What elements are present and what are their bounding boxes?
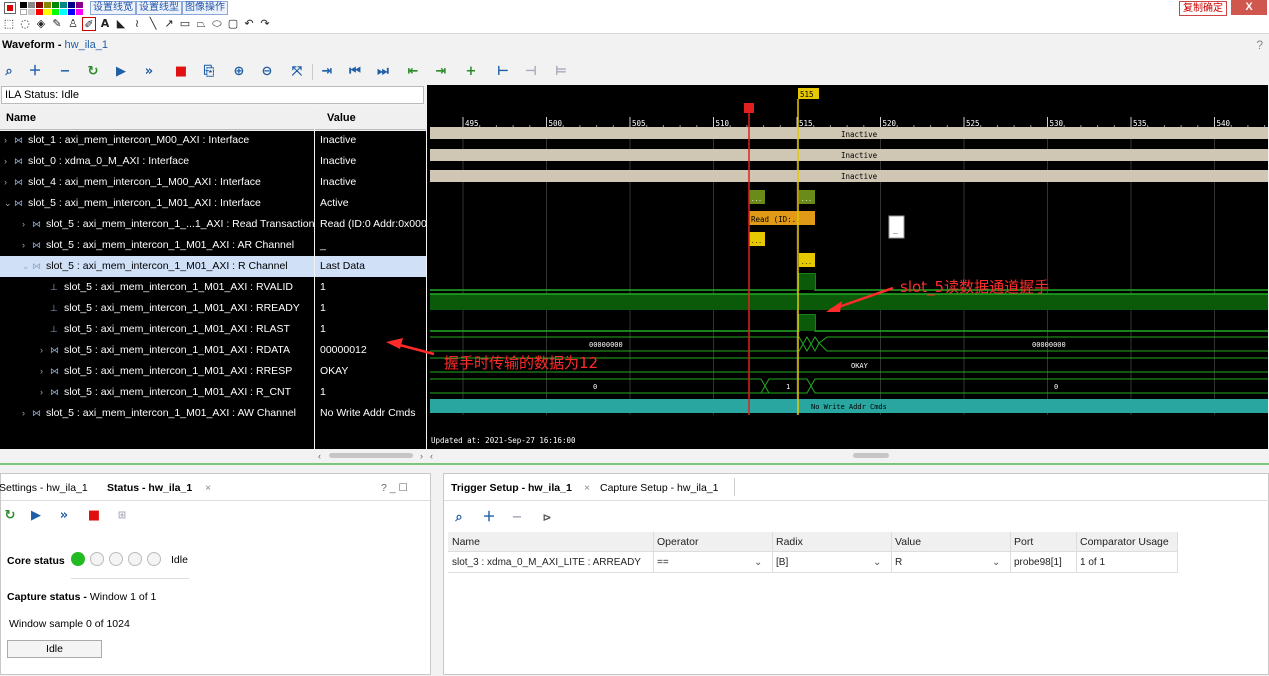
trigger-remove-icon[interactable]: − (508, 509, 526, 527)
operator-dropdown-icon[interactable]: ⌄ (754, 557, 762, 568)
trigger-row-value[interactable]: R (895, 557, 902, 568)
annotation-arrowhead-handshake (826, 301, 842, 312)
status-export-icon[interactable]: ⊞ (113, 507, 131, 525)
tab-status-close-icon[interactable]: × (205, 482, 211, 494)
status-run-icon[interactable]: ▶ (27, 507, 45, 525)
tab-trigger-close-icon[interactable]: × (584, 482, 590, 494)
window-sample: Window sample 0 of 1024 (9, 618, 130, 630)
col-header-value[interactable]: Value (895, 536, 921, 548)
status-stop-icon[interactable]: ■ (85, 507, 103, 525)
col-header-port[interactable]: Port (1014, 536, 1033, 548)
trigger-row-radix[interactable]: [B] (776, 557, 788, 568)
core-status-led (128, 552, 142, 566)
bottom-panels: Settings - hw_ila_1 Status - hw_ila_1 × … (0, 463, 1269, 676)
core-status-led-on (71, 552, 85, 566)
annotation-data12: 握手时传输的数据为12 (444, 354, 599, 372)
trigger-row-operator[interactable]: == (657, 557, 669, 568)
col-header-comparator[interactable]: Comparator Usage (1080, 536, 1169, 548)
tab-settings[interactable]: Settings - hw_ila_1 (0, 482, 88, 494)
trigger-row-port: probe98[1] (1014, 557, 1062, 568)
trigger-add-icon[interactable]: ＋ (480, 509, 498, 527)
status-panel: Settings - hw_ila_1 Status - hw_ila_1 × … (0, 473, 432, 675)
trigger-condition-icon[interactable]: ⊳ (538, 509, 556, 527)
status-immediate-icon[interactable]: » (55, 507, 73, 525)
annotation-arrowhead-data12 (386, 338, 403, 349)
trigger-table: Name Operator Radix Value Port Comparato… (448, 532, 1178, 573)
capture-status: Capture status - Window 1 of 1 (7, 591, 157, 603)
core-status-led (90, 552, 104, 566)
core-status-led (147, 552, 161, 566)
status-run-auto-icon[interactable]: ↻ (1, 507, 19, 525)
core-status-led (109, 552, 123, 566)
core-status-value: Idle (171, 554, 188, 566)
panel-controls-icon[interactable]: ? _ ☐ (381, 482, 408, 494)
tab-trigger-setup[interactable]: Trigger Setup - hw_ila_1 (451, 482, 572, 494)
trigger-row-name[interactable]: slot_3 : xdma_0_M_AXI_LITE : ARREADY (452, 557, 641, 568)
radix-dropdown-icon[interactable]: ⌄ (873, 557, 881, 568)
col-header-operator[interactable]: Operator (657, 536, 698, 548)
annotation-handshake: slot_5读数据通道握手 (900, 278, 1050, 296)
idle-button[interactable]: Idle (7, 640, 102, 658)
tab-status[interactable]: Status - hw_ila_1 (107, 482, 192, 494)
trigger-row-comparator: 1 of 1 (1080, 557, 1106, 568)
trigger-search-icon[interactable]: ⌕ (450, 509, 468, 527)
trigger-setup-panel: Trigger Setup - hw_ila_1 × Capture Setup… (443, 473, 1269, 675)
tab-capture-setup[interactable]: Capture Setup - hw_ila_1 (600, 482, 719, 494)
value-dropdown-icon[interactable]: ⌄ (992, 557, 1000, 568)
core-status-label: Core status (7, 555, 65, 567)
col-header-radix[interactable]: Radix (776, 536, 803, 548)
col-header-name[interactable]: Name (452, 536, 480, 548)
